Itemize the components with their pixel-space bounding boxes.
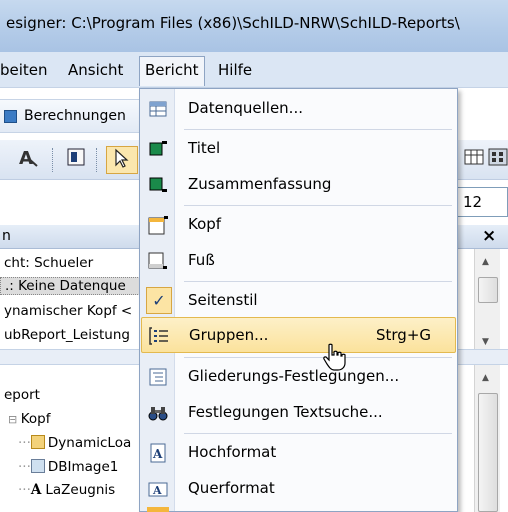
menu-item-label: Festlegungen Textsuche... xyxy=(188,403,383,421)
svg-text:A: A xyxy=(19,148,33,168)
menu-hilfe[interactable]: Hilfe xyxy=(218,61,252,79)
list-item-selected[interactable]: .: Keine Datenque xyxy=(0,277,150,295)
menu-separator xyxy=(184,433,452,434)
groups-icon xyxy=(148,326,170,346)
menu-item-kopf[interactable]: Kopf xyxy=(141,207,456,243)
menu-item-fuss[interactable]: Fuß xyxy=(141,243,456,279)
menu-item-datenquellen[interactable]: Datenquellen... xyxy=(141,91,456,127)
grid-icon xyxy=(147,99,169,119)
calc-button[interactable]: Berechnungen xyxy=(24,108,126,124)
menu-item-festlegungen-textsuche[interactable]: Festlegungen Textsuche... xyxy=(141,395,456,431)
partial-item-icon xyxy=(147,507,169,512)
scroll-up-icon[interactable]: ▲ xyxy=(482,257,489,267)
list-item[interactable]: ynamischer Kopf < xyxy=(4,303,132,319)
bericht-dropdown-menu: Datenquellen... Titel Zusammenfassung Ko… xyxy=(139,88,458,512)
table-tool-icon[interactable] xyxy=(62,146,90,174)
tree-line: ··· xyxy=(18,482,31,498)
tree-item-kopf[interactable]: ⊟ Kopf xyxy=(8,411,50,427)
toolbar-separator xyxy=(52,148,54,172)
binoculars-icon xyxy=(147,403,169,423)
mouse-cursor-icon xyxy=(323,343,347,373)
scroll-thumb[interactable] xyxy=(478,393,498,512)
pattern-tool-icon[interactable] xyxy=(484,146,508,174)
menu-item-label: Datenquellen... xyxy=(188,99,303,117)
window-title: esigner: C:\Program Files (x86)\SchILD-N… xyxy=(6,14,460,32)
calc-toolbar: Berechnungen xyxy=(0,99,140,133)
portrait-icon: A xyxy=(147,443,169,463)
menu-item-label: Gliederungs-Festlegungen... xyxy=(188,367,400,385)
menu-item-label: Kopf xyxy=(188,215,222,233)
menu-item-seitenstil[interactable]: ✓ Seitenstil xyxy=(141,283,456,319)
menu-item-gliederungs-festlegungen[interactable]: Gliederungs-Festlegungen... xyxy=(141,359,456,395)
menu-item-gruppen[interactable]: Gruppen... Strg+G xyxy=(141,317,456,353)
menu-item-titel[interactable]: Titel xyxy=(141,131,456,167)
window-titlebar: esigner: C:\Program Files (x86)\SchILD-N… xyxy=(0,0,508,52)
subreport-icon xyxy=(30,435,45,449)
menu-ansicht[interactable]: Ansicht xyxy=(68,61,123,79)
list-item[interactable]: cht: Schueler xyxy=(4,255,93,271)
svg-text:A: A xyxy=(152,484,162,497)
scroll-down-icon[interactable]: ▼ xyxy=(482,337,489,347)
tree-scrollbar[interactable]: ▲ xyxy=(474,365,500,512)
menu-item-label: Titel xyxy=(188,139,221,157)
image-icon xyxy=(30,459,45,473)
menu-separator xyxy=(184,357,452,358)
font-tool-icon[interactable]: A xyxy=(14,146,42,174)
tree-item-report[interactable]: eport xyxy=(4,387,40,403)
menu-item-partial[interactable] xyxy=(141,507,456,512)
check-icon: ✓ xyxy=(146,287,172,314)
tree-item-dbimage[interactable]: ··· DBImage1 xyxy=(18,459,118,475)
menu-item-label: Zusammenfassung xyxy=(188,175,332,193)
tree-item-lazeugnis[interactable]: ···A LaZeugnis xyxy=(18,482,115,498)
header-band-icon xyxy=(147,215,169,235)
menu-bar: beiten Ansicht Bericht Hilfe xyxy=(0,52,508,88)
menu-bearbeiten[interactable]: beiten xyxy=(0,61,48,79)
menu-item-label: Gruppen... xyxy=(189,326,269,344)
menu-bericht[interactable]: Bericht xyxy=(139,56,205,86)
scroll-thumb[interactable] xyxy=(478,277,498,303)
menu-separator xyxy=(184,281,452,282)
landscape-icon: A xyxy=(147,479,169,499)
list-item[interactable]: ubReport_Leistung xyxy=(4,327,130,343)
menu-item-label: Seitenstil xyxy=(188,291,258,309)
panel-close-icon[interactable]: × xyxy=(482,226,496,246)
title-band-icon xyxy=(147,139,169,159)
font-size-field[interactable]: 12 xyxy=(456,187,508,217)
summary-band-icon xyxy=(147,175,169,195)
tree-line: ··· xyxy=(18,459,31,475)
menu-separator xyxy=(184,205,452,206)
menu-item-querformat[interactable]: A Querformat xyxy=(141,471,456,507)
svg-text:A: A xyxy=(152,447,163,461)
footer-band-icon xyxy=(147,251,169,271)
menu-item-zusammenfassung[interactable]: Zusammenfassung xyxy=(141,167,456,203)
tree-line: ··· xyxy=(18,435,31,451)
list-scrollbar[interactable]: ▲ ▼ xyxy=(474,249,500,349)
toolbar-separator xyxy=(96,148,98,172)
outline-icon xyxy=(147,367,169,387)
menu-item-shortcut: Strg+G xyxy=(376,326,432,344)
tree-expander-icon: ⊟ xyxy=(8,413,21,426)
menu-separator xyxy=(184,129,452,130)
pointer-tool-icon[interactable] xyxy=(106,146,138,174)
panel-header-label: n xyxy=(2,228,11,244)
calculator-icon xyxy=(4,110,17,123)
menu-item-label: Querformat xyxy=(188,479,275,497)
tree-item-dynamicload[interactable]: ··· DynamicLoa xyxy=(18,435,131,451)
menu-item-label: Hochformat xyxy=(188,443,277,461)
font-size-value: 12 xyxy=(463,193,483,211)
menu-item-hochformat[interactable]: A Hochformat xyxy=(141,435,456,471)
text-icon: A xyxy=(30,482,42,498)
scroll-up-icon[interactable]: ▲ xyxy=(482,373,489,383)
menu-item-label: Fuß xyxy=(188,251,215,269)
